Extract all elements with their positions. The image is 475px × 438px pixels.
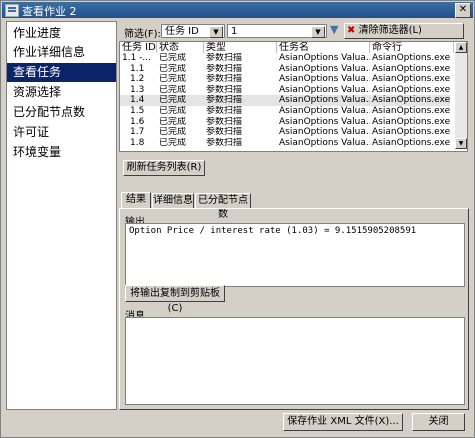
table-cell: 已完成 (159, 74, 187, 85)
table-cell: 1.1 (130, 63, 145, 74)
scroll-down-icon[interactable]: ▼ (455, 138, 467, 149)
table-cell: 参数扫描 (206, 116, 243, 127)
table-cell: AsianOptions Valua... (279, 74, 370, 85)
table-row[interactable]: 1.7 已完成 参数扫描 AsianOptions Valua... AsianOpti… (120, 127, 454, 138)
table-row[interactable]: 1.5 已完成 参数扫描 AsianOptions Valua... AsianOpti… (120, 106, 454, 117)
table-cell: AsianOptions.exe 1... (372, 106, 454, 116)
table-row[interactable]: 1.8 已完成 参数扫描 AsianOptions Valua... AsianOpti… (120, 137, 454, 149)
table-cell: 参数扫描 (206, 63, 243, 74)
filter-value-select[interactable]: 1 ▼ (227, 24, 327, 38)
clear-filter-button[interactable]: ✖ 清除筛选器(L) (344, 23, 464, 39)
table-cell: AsianOptions Valua... (279, 106, 370, 116)
tab-allocated-nodes[interactable]: 已分配节点数 (195, 193, 251, 220)
chevron-down-icon[interactable]: ▼ (209, 26, 223, 38)
table-cell: AsianOptions.exe 1... (372, 53, 454, 63)
table-cell: 1.8 (130, 137, 145, 148)
table-row[interactable]: 1.3 已完成 参数扫描 AsianOptions Valua... AsianOpti… (120, 84, 454, 96)
nav-item-progress[interactable]: 作业进度 (7, 24, 116, 43)
save-xml-button[interactable]: 保存作业 XML 文件(X)... (283, 413, 403, 431)
table-cell: 已完成 (159, 63, 187, 74)
table-cell: 参数扫描 (206, 84, 243, 95)
table-cell: 已完成 (159, 53, 187, 63)
table-header: 任务 ID 状态 类型 任务名 命令行 (120, 42, 460, 53)
table-row[interactable]: 1.6 已完成 参数扫描 AsianOptions Valua... AsianOpti… (120, 116, 454, 128)
funnel-icon[interactable]: ▼ (330, 23, 338, 36)
table-cell: 参数扫描 (206, 106, 243, 116)
table-cell: 参数扫描 (206, 74, 243, 85)
table-cell: 已完成 (159, 84, 187, 95)
table-cell: 1.5 (130, 106, 145, 116)
nav-item-resources[interactable]: 资源选择 (7, 83, 116, 102)
table-cell: AsianOptions Valua... (279, 63, 370, 74)
table-cell: AsianOptions Valua... (279, 116, 370, 127)
table-row[interactable]: 1.2 已完成 参数扫描 AsianOptions Valua... AsianOpti… (120, 74, 454, 85)
close-icon[interactable]: ✕ (455, 3, 471, 18)
table-cell: 已完成 (159, 137, 187, 148)
col-task-name[interactable]: 任务名 (277, 42, 370, 53)
table-row[interactable]: 1.4 已完成 参数扫描 AsianOptions Valua... AsianOpti… (120, 95, 454, 107)
table-cell: 1.3 (130, 84, 145, 95)
table-cell: AsianOptions Valua... (279, 127, 370, 138)
table-cell: 1.1 -... (122, 53, 152, 63)
table-cell: 已完成 (159, 116, 187, 127)
nav-list: 作业进度 作业详细信息 查看任务 资源选择 已分配节点数 许可证 环境变量 (6, 21, 117, 410)
window-title: 查看作业 2 (22, 5, 77, 18)
table-cell: 参数扫描 (206, 137, 243, 148)
table-cell: 已完成 (159, 95, 187, 106)
vertical-scrollbar[interactable]: ▲ ▼ (455, 42, 467, 149)
table-cell: AsianOptions Valua... (279, 53, 370, 63)
nav-item-env-vars[interactable]: 环境变量 (7, 143, 116, 162)
refresh-task-list-button[interactable]: 刷新任务列表(R) (123, 160, 205, 176)
table-cell: 已完成 (159, 127, 187, 138)
col-type[interactable]: 类型 (204, 42, 277, 53)
scroll-up-icon[interactable]: ▲ (455, 42, 467, 53)
results-panel: 输出 Option Price / interest rate (1.03) =… (119, 208, 469, 410)
tab-results[interactable]: 结果 (121, 192, 151, 209)
table-cell: AsianOptions.exe 1... (372, 127, 454, 138)
table-cell: 1.6 (130, 116, 145, 127)
table-cell: 参数扫描 (206, 53, 243, 63)
table-cell: AsianOptions.exe 1... (372, 74, 454, 85)
table-cell: 1.2 (130, 74, 145, 85)
nav-item-job-details[interactable]: 作业详细信息 (7, 43, 116, 62)
clear-filter-label: 清除筛选器(L) (358, 25, 422, 36)
table-cell: 1.4 (130, 95, 145, 106)
table-cell: AsianOptions.exe 1... (372, 137, 454, 148)
table-cell: AsianOptions Valua... (279, 95, 370, 106)
table-cell: AsianOptions.exe 1... (372, 116, 454, 127)
filter-value-text: 1 (231, 26, 238, 37)
table-cell: AsianOptions.exe 1... (372, 84, 454, 95)
filter-bar: 筛选(F): 任务 ID ▼ 1 ▼ ▼ ✖ 清除筛选器(L) (119, 22, 466, 40)
col-task-id[interactable]: 任务 ID (120, 42, 157, 53)
filter-field-value: 任务 ID (165, 26, 199, 37)
filter-label: 筛选(F): (124, 29, 161, 40)
table-cell: 1.7 (130, 127, 145, 138)
chevron-down-icon[interactable]: ▼ (311, 26, 325, 38)
table-row[interactable]: 1.1 -... 已完成 参数扫描 AsianOptions Valua... Asia… (120, 53, 454, 64)
delete-icon: ✖ (347, 25, 356, 36)
table-cell: 参数扫描 (206, 95, 243, 106)
table-cell: 参数扫描 (206, 127, 243, 138)
table-row[interactable]: 1.1 已完成 参数扫描 AsianOptions Valua... AsianOpti… (120, 63, 454, 75)
nav-item-licenses[interactable]: 许可证 (7, 123, 116, 142)
copy-output-button[interactable]: 将输出复制到剪贴板(C) (125, 285, 225, 314)
table-cell: 已完成 (159, 106, 187, 116)
window-icon (5, 4, 19, 17)
col-status[interactable]: 状态 (157, 42, 204, 53)
title-bar[interactable]: 查看作业 2 ✕ (2, 2, 473, 18)
task-table: 任务 ID 状态 类型 任务名 命令行 1.1 -... 已完成 参数扫描 Asian… (119, 41, 468, 152)
table-cell: AsianOptions.exe 1... (372, 95, 454, 106)
table-cell: AsianOptions.exe 1... (372, 63, 454, 74)
nav-item-allocated-nodes[interactable]: 已分配节点数 (7, 103, 116, 122)
table-cell: AsianOptions Valua... (279, 137, 370, 148)
messages-textarea[interactable] (125, 317, 465, 405)
col-command[interactable]: 命令行 (370, 42, 454, 53)
tab-details[interactable]: 详细信息 (152, 193, 194, 209)
output-textarea[interactable]: Option Price / interest rate (1.03) = 9.… (125, 223, 465, 287)
nav-item-view-tasks[interactable]: 查看任务 (7, 63, 116, 82)
table-cell: AsianOptions Valua... (279, 84, 370, 95)
close-button[interactable]: 关闭 (412, 413, 465, 431)
filter-field-select[interactable]: 任务 ID ▼ (161, 24, 225, 38)
